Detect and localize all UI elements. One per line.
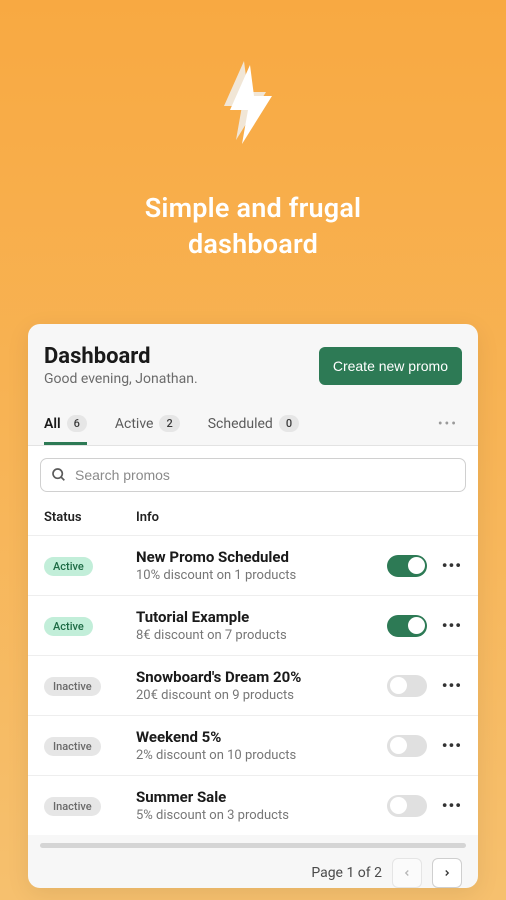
- tab-all[interactable]: All 6: [44, 403, 87, 445]
- promo-title: New Promo Scheduled: [136, 548, 382, 566]
- table-row: Inactive Weekend 5% 2% discount on 10 pr…: [28, 715, 478, 775]
- enable-toggle[interactable]: [387, 615, 427, 637]
- pagination-label: Page 1 of 2: [311, 865, 382, 881]
- tab-count-badge: 2: [159, 415, 179, 432]
- promo-title: Weekend 5%: [136, 728, 382, 746]
- search-box[interactable]: [40, 458, 466, 492]
- horizontal-scrollbar[interactable]: [40, 843, 466, 848]
- promo-subtitle: 2% discount on 10 products: [136, 748, 382, 763]
- search-input[interactable]: [75, 467, 455, 483]
- tab-label: Active: [115, 416, 154, 432]
- promo-subtitle: 10% discount on 1 products: [136, 568, 382, 583]
- table-row: Active Tutorial Example 8€ discount on 7…: [28, 595, 478, 655]
- chevron-right-icon: [442, 868, 452, 878]
- prev-page-button[interactable]: [392, 858, 422, 888]
- hero-headline: Simple and frugal dashboard: [0, 190, 506, 263]
- tab-active[interactable]: Active 2: [115, 403, 180, 445]
- next-page-button[interactable]: [432, 858, 462, 888]
- row-actions-icon[interactable]: •••: [432, 616, 462, 635]
- create-promo-button[interactable]: Create new promo: [319, 347, 462, 385]
- promo-subtitle: 5% discount on 3 products: [136, 808, 382, 823]
- status-badge: Inactive: [44, 737, 101, 756]
- status-badge: Active: [44, 617, 93, 636]
- tab-count-badge: 0: [279, 415, 299, 432]
- promo-title: Summer Sale: [136, 788, 382, 806]
- status-badge: Inactive: [44, 677, 101, 696]
- tabs-more-icon[interactable]: •••: [434, 408, 462, 440]
- enable-toggle[interactable]: [387, 555, 427, 577]
- promo-title: Snowboard's Dream 20%: [136, 668, 382, 686]
- tab-count-badge: 6: [67, 415, 87, 432]
- promo-subtitle: 8€ discount on 7 products: [136, 628, 382, 643]
- tab-scheduled[interactable]: Scheduled 0: [208, 403, 299, 445]
- promo-title: Tutorial Example: [136, 608, 382, 626]
- enable-toggle[interactable]: [387, 675, 427, 697]
- row-actions-icon[interactable]: •••: [432, 556, 462, 575]
- table-row: Inactive Snowboard's Dream 20% 20€ disco…: [28, 655, 478, 715]
- column-header-info: Info: [136, 510, 462, 525]
- table-row: Inactive Summer Sale 5% discount on 3 pr…: [28, 775, 478, 835]
- search-icon: [51, 467, 67, 483]
- row-actions-icon[interactable]: •••: [432, 736, 462, 755]
- status-badge: Inactive: [44, 797, 101, 816]
- lightning-bolt-icon: [0, 60, 506, 150]
- dashboard-card: Dashboard Good evening, Jonathan. Create…: [28, 324, 478, 888]
- column-header-status: Status: [44, 510, 136, 525]
- row-actions-icon[interactable]: •••: [432, 796, 462, 815]
- tab-label: Scheduled: [208, 416, 273, 432]
- chevron-left-icon: [402, 868, 412, 878]
- page-title: Dashboard: [44, 344, 198, 369]
- row-actions-icon[interactable]: •••: [432, 676, 462, 695]
- promo-subtitle: 20€ discount on 9 products: [136, 688, 382, 703]
- greeting-text: Good evening, Jonathan.: [44, 371, 198, 387]
- enable-toggle[interactable]: [387, 735, 427, 757]
- table-row: Active New Promo Scheduled 10% discount …: [28, 535, 478, 595]
- tab-label: All: [44, 416, 61, 432]
- enable-toggle[interactable]: [387, 795, 427, 817]
- status-badge: Active: [44, 557, 93, 576]
